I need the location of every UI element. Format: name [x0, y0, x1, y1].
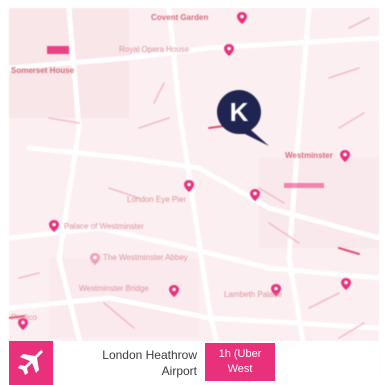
- map-roads: [9, 8, 379, 378]
- travel-time-line2: West: [227, 363, 253, 375]
- travel-time-line1: 1h (Uber: [218, 348, 262, 360]
- poi-pin-icon[interactable]: [49, 220, 59, 232]
- map-label-covent-garden: Covent Garden: [151, 13, 209, 22]
- map-label-palace-of-westminster: Palace of Westminster: [64, 222, 144, 231]
- poi-pin-icon[interactable]: [340, 150, 350, 162]
- poi-pin-icon[interactable]: [184, 180, 194, 192]
- map-label-somerset-house: Somerset House: [11, 66, 75, 75]
- airport-name-line2: Airport: [161, 364, 197, 378]
- airport-name-line1: London Heathrow: [102, 348, 197, 362]
- travel-info-bar: London Heathrow Airport 1h (Uber West: [9, 341, 379, 385]
- poi-pin-icon[interactable]: [224, 44, 234, 56]
- marker-letter: K: [229, 97, 249, 127]
- airport-name: London Heathrow Airport: [57, 347, 197, 379]
- travel-time-badge: 1h (Uber West: [205, 343, 275, 381]
- poi-pin-icon[interactable]: [169, 285, 179, 297]
- poi-pin-icon[interactable]: [341, 278, 351, 290]
- poi-pin-icon[interactable]: [250, 189, 260, 201]
- poi-pin-icon[interactable]: [237, 12, 247, 24]
- map-label-royal-opera-house: Royal Opera House: [119, 45, 190, 54]
- map-label-westminster-abbey: The Westminster Abbey: [103, 253, 188, 262]
- location-marker-icon[interactable]: K: [217, 90, 273, 152]
- map-label-westminster-bridge: Westminster Bridge: [79, 284, 149, 293]
- airport-badge: [9, 341, 53, 385]
- airplane-icon: [18, 350, 43, 375]
- map-label-westminster: Westminster: [285, 151, 333, 160]
- poi-pin-icon[interactable]: [90, 253, 100, 265]
- map-label-lambeth-palace: Lambeth Palace: [224, 290, 282, 299]
- map-label-pimlico: Pimlico: [11, 313, 37, 322]
- map-view[interactable]: Covent Garden Royal Opera House Somerset…: [9, 8, 379, 378]
- map-label-london-eye-pier: London Eye Pier: [127, 195, 187, 204]
